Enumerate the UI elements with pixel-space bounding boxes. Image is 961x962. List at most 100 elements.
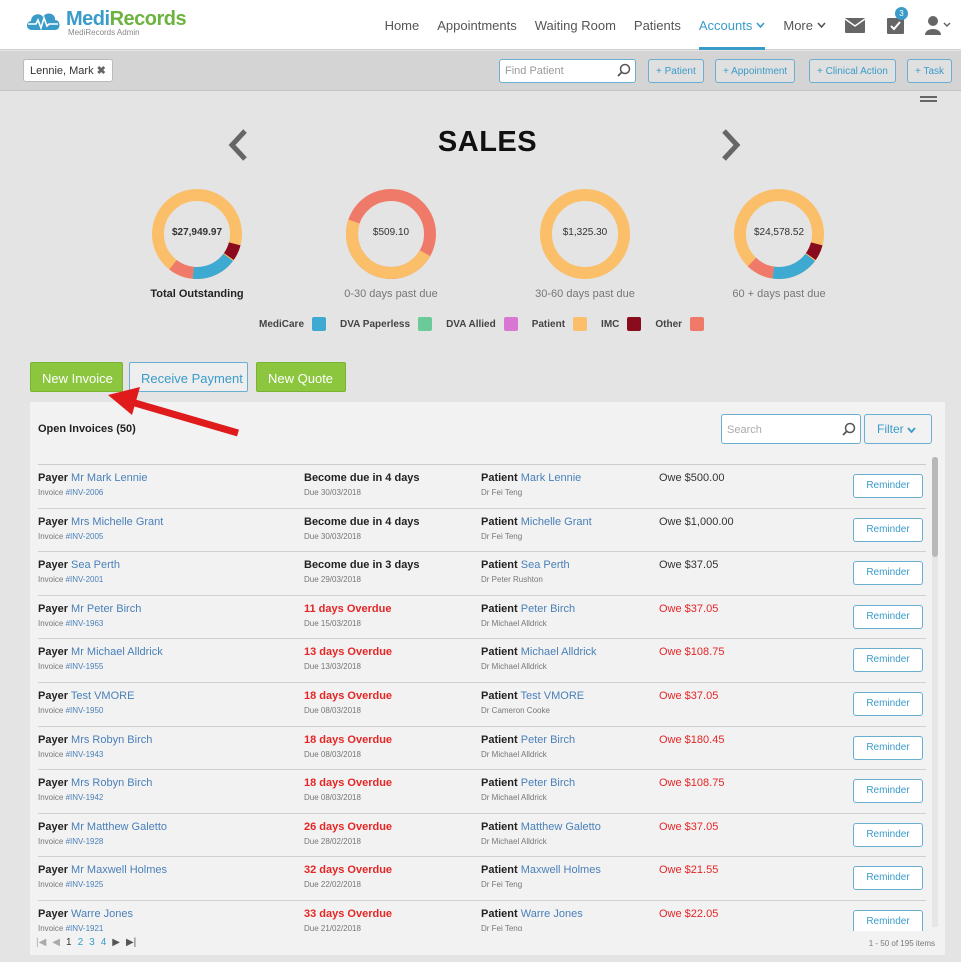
filter-label: Filter bbox=[877, 422, 904, 436]
invoice-link[interactable]: #INV-1921 bbox=[66, 924, 104, 931]
payer-link[interactable]: Mrs Robyn Birch bbox=[71, 777, 152, 789]
find-patient-input[interactable]: Find Patient bbox=[499, 59, 636, 83]
donut-0-30-days[interactable]: $509.10 0-30 days past due bbox=[311, 188, 471, 300]
legend-label: DVA Paperless bbox=[340, 318, 411, 330]
reminder-button[interactable]: Reminder bbox=[853, 648, 923, 673]
invoice-link[interactable]: #INV-1963 bbox=[66, 619, 104, 628]
nav-appointments[interactable]: Appointments bbox=[437, 0, 517, 50]
patient-link[interactable]: Michelle Grant bbox=[521, 516, 592, 528]
patient-tag[interactable]: Lennie, Mark ✖ bbox=[23, 59, 113, 82]
first-page-icon[interactable]: |◀ bbox=[36, 937, 46, 948]
filter-button[interactable]: Filter bbox=[864, 414, 932, 444]
patient-link[interactable]: Test VMORE bbox=[521, 690, 585, 702]
patient-link[interactable]: Maxwell Holmes bbox=[521, 864, 601, 876]
invoice-link[interactable]: #INV-2001 bbox=[66, 575, 104, 584]
mail-icon[interactable] bbox=[835, 0, 875, 50]
reminder-button[interactable]: Reminder bbox=[853, 909, 923, 931]
patient-cell: Patient Mark Lennie Dr Fei Teng bbox=[481, 472, 651, 497]
legend-label: Patient bbox=[531, 318, 566, 330]
nav-more[interactable]: More bbox=[783, 0, 826, 50]
page-link[interactable]: 1 bbox=[66, 937, 72, 948]
patient-link[interactable]: Peter Birch bbox=[521, 777, 575, 789]
due-cell: Become due in 3 days Due 29/03/2018 bbox=[304, 559, 474, 584]
payer-link[interactable]: Mr Matthew Galetto bbox=[71, 821, 167, 833]
invoice-link[interactable]: #INV-1955 bbox=[66, 662, 104, 671]
prev-page-icon[interactable]: ◀ bbox=[52, 937, 60, 948]
invoice-link[interactable]: #INV-1942 bbox=[66, 793, 104, 802]
legend-item: Patient bbox=[531, 317, 588, 331]
reminder-button[interactable]: Reminder bbox=[853, 866, 923, 891]
patient-link[interactable]: Warre Jones bbox=[521, 908, 583, 920]
due-cell: 18 days Overdue Due 08/03/2018 bbox=[304, 690, 474, 715]
payer-link[interactable]: Mr Michael Alldrick bbox=[71, 646, 163, 658]
search-icon[interactable] bbox=[617, 63, 631, 80]
search-icon[interactable] bbox=[842, 422, 856, 439]
invoice-link[interactable]: #INV-2005 bbox=[66, 532, 104, 541]
invoice-link[interactable]: #INV-1928 bbox=[66, 837, 104, 846]
payer-cell: Payer Sea Perth Invoice #INV-2001 bbox=[38, 559, 298, 584]
payer-link[interactable]: Mr Peter Birch bbox=[71, 603, 141, 615]
donut-30-60-days[interactable]: $1,325.30 30-60 days past due bbox=[505, 188, 665, 300]
payer-link[interactable]: Test VMORE bbox=[71, 690, 135, 702]
reminder-button[interactable]: Reminder bbox=[853, 561, 923, 586]
tasks-icon[interactable]: 3 bbox=[875, 0, 915, 50]
page-link[interactable]: 2 bbox=[78, 937, 84, 948]
scrollbar[interactable] bbox=[932, 457, 938, 927]
donut-60-plus-days[interactable]: $24,578.52 60 + days past due bbox=[699, 188, 859, 300]
invoice-prefix: Invoice bbox=[38, 662, 66, 672]
reminder-button[interactable]: Reminder bbox=[853, 604, 923, 629]
add-clinical-action-button[interactable]: + Clinical Action bbox=[809, 59, 896, 83]
invoice-link[interactable]: #INV-1943 bbox=[66, 750, 104, 759]
doctor-name: Dr Fei Teng bbox=[481, 880, 523, 890]
add-task-button[interactable]: + Task bbox=[907, 59, 952, 83]
reminder-button[interactable]: Reminder bbox=[853, 691, 923, 716]
nav-patients[interactable]: Patients bbox=[634, 0, 681, 50]
invoice-link[interactable]: #INV-2006 bbox=[66, 488, 104, 497]
patient-link[interactable]: Peter Birch bbox=[521, 734, 575, 746]
payer-link[interactable]: Warre Jones bbox=[71, 908, 133, 920]
doctor-name: Dr Cameron Cooke bbox=[481, 705, 550, 715]
patient-link[interactable]: Michael Alldrick bbox=[521, 646, 597, 658]
doctor-name: Dr Michael Alldrick bbox=[481, 793, 547, 803]
reminder-button[interactable]: Reminder bbox=[853, 822, 923, 847]
chevron-right-icon[interactable] bbox=[721, 128, 741, 167]
due-date: Due 13/03/2018 bbox=[304, 662, 361, 672]
reminder-button[interactable]: Reminder bbox=[853, 517, 923, 542]
payer-link[interactable]: Mrs Michelle Grant bbox=[71, 516, 163, 528]
menu-icon[interactable] bbox=[920, 96, 937, 104]
page-link[interactable]: 3 bbox=[89, 937, 95, 948]
payer-link[interactable]: Sea Perth bbox=[71, 559, 120, 571]
close-icon[interactable]: ✖ bbox=[97, 65, 106, 77]
due-date: Due 08/03/2018 bbox=[304, 793, 361, 803]
patient-link[interactable]: Sea Perth bbox=[521, 559, 570, 571]
patient-link[interactable]: Matthew Galetto bbox=[521, 821, 601, 833]
add-appointment-button[interactable]: + Appointment bbox=[715, 59, 796, 83]
page-link[interactable]: 4 bbox=[101, 937, 107, 948]
due-date: Due 30/03/2018 bbox=[304, 531, 361, 541]
user-menu-icon[interactable] bbox=[915, 0, 961, 50]
payer-link[interactable]: Mrs Robyn Birch bbox=[71, 734, 152, 746]
reminder-button[interactable]: Reminder bbox=[853, 474, 923, 498]
invoice-link[interactable]: #INV-1925 bbox=[66, 880, 104, 889]
nav-accounts[interactable]: Accounts bbox=[698, 0, 766, 50]
nav-home[interactable]: Home bbox=[385, 0, 420, 50]
logo[interactable]: MediRecords MediRecords Admin bbox=[24, 8, 187, 37]
next-page-icon[interactable]: ▶ bbox=[112, 937, 120, 948]
invoice-link[interactable]: #INV-1950 bbox=[66, 706, 104, 715]
last-page-icon[interactable]: ▶| bbox=[126, 937, 136, 948]
invoice-search-input[interactable]: Search bbox=[721, 414, 861, 444]
table-row: Payer Mrs Robyn Birch Invoice #INV-1942 18… bbox=[38, 770, 926, 814]
donut-value: $509.10 bbox=[372, 227, 410, 238]
payer-link[interactable]: Mr Maxwell Holmes bbox=[71, 864, 167, 876]
new-quote-button[interactable]: New Quote bbox=[256, 362, 346, 392]
reminder-button[interactable]: Reminder bbox=[853, 735, 923, 760]
scrollbar-thumb[interactable] bbox=[932, 457, 938, 557]
donut-total-outstanding[interactable]: $27,949.97 Total Outstanding bbox=[117, 188, 277, 300]
doctor-name: Dr Michael Alldrick bbox=[481, 749, 547, 759]
payer-link[interactable]: Mr Mark Lennie bbox=[71, 472, 147, 484]
reminder-button[interactable]: Reminder bbox=[853, 779, 923, 804]
nav-waiting-room[interactable]: Waiting Room bbox=[535, 0, 616, 50]
patient-link[interactable]: Peter Birch bbox=[521, 603, 575, 615]
patient-link[interactable]: Mark Lennie bbox=[521, 472, 582, 484]
add-patient-button[interactable]: + Patient bbox=[648, 59, 704, 83]
